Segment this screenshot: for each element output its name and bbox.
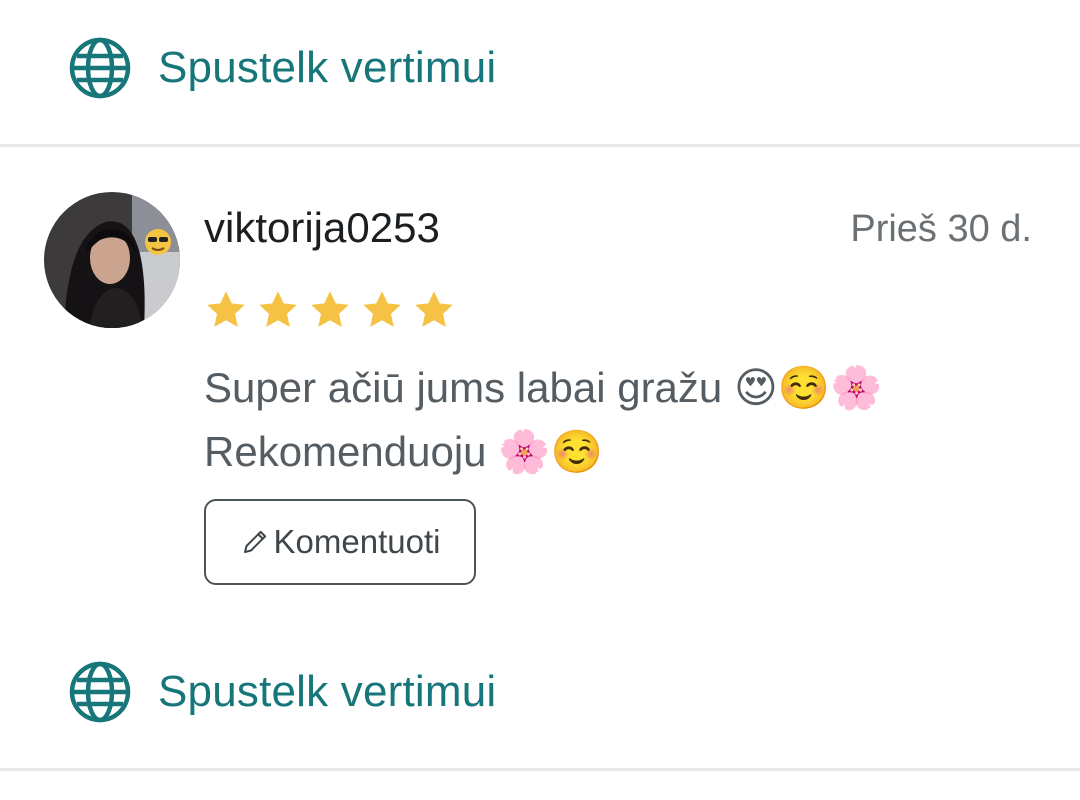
review-date: Prieš 30 d. (850, 208, 1032, 250)
translate-label: Spustelk vertimui (158, 667, 497, 716)
translate-link-top[interactable]: Spustelk vertimui (68, 36, 496, 100)
pencil-icon (243, 530, 266, 553)
translate-label: Spustelk vertimui (158, 43, 497, 92)
star-icon (207, 291, 245, 327)
reviewer-username[interactable]: viktorija0253 (204, 204, 440, 252)
avatar-photo (44, 192, 180, 328)
star-rating (204, 288, 464, 332)
divider (0, 768, 1080, 771)
avatar[interactable] (44, 192, 180, 328)
translate-link-bottom[interactable]: Spustelk vertimui (68, 660, 496, 724)
comment-button[interactable]: Komentuoti (204, 499, 476, 585)
star-icon (363, 291, 401, 327)
reviews-page: Spustelk vertimui viktorija0253 Prieš 30… (0, 0, 1080, 800)
star-icon (415, 291, 453, 327)
globe-icon (69, 37, 131, 99)
globe-icon (69, 661, 131, 723)
review-text: Super ačiū jums labai gražu 😍☺️🌸 Rekomen… (204, 356, 1024, 484)
star-icon (311, 291, 349, 327)
divider (0, 144, 1080, 147)
star-icon (259, 291, 297, 327)
comment-button-label: Komentuoti (273, 523, 441, 560)
review-text-line: Rekomenduoju 🌸☺️ (204, 428, 603, 475)
review-text-line: Super ačiū jums labai gražu 😍☺️🌸 (204, 364, 883, 411)
